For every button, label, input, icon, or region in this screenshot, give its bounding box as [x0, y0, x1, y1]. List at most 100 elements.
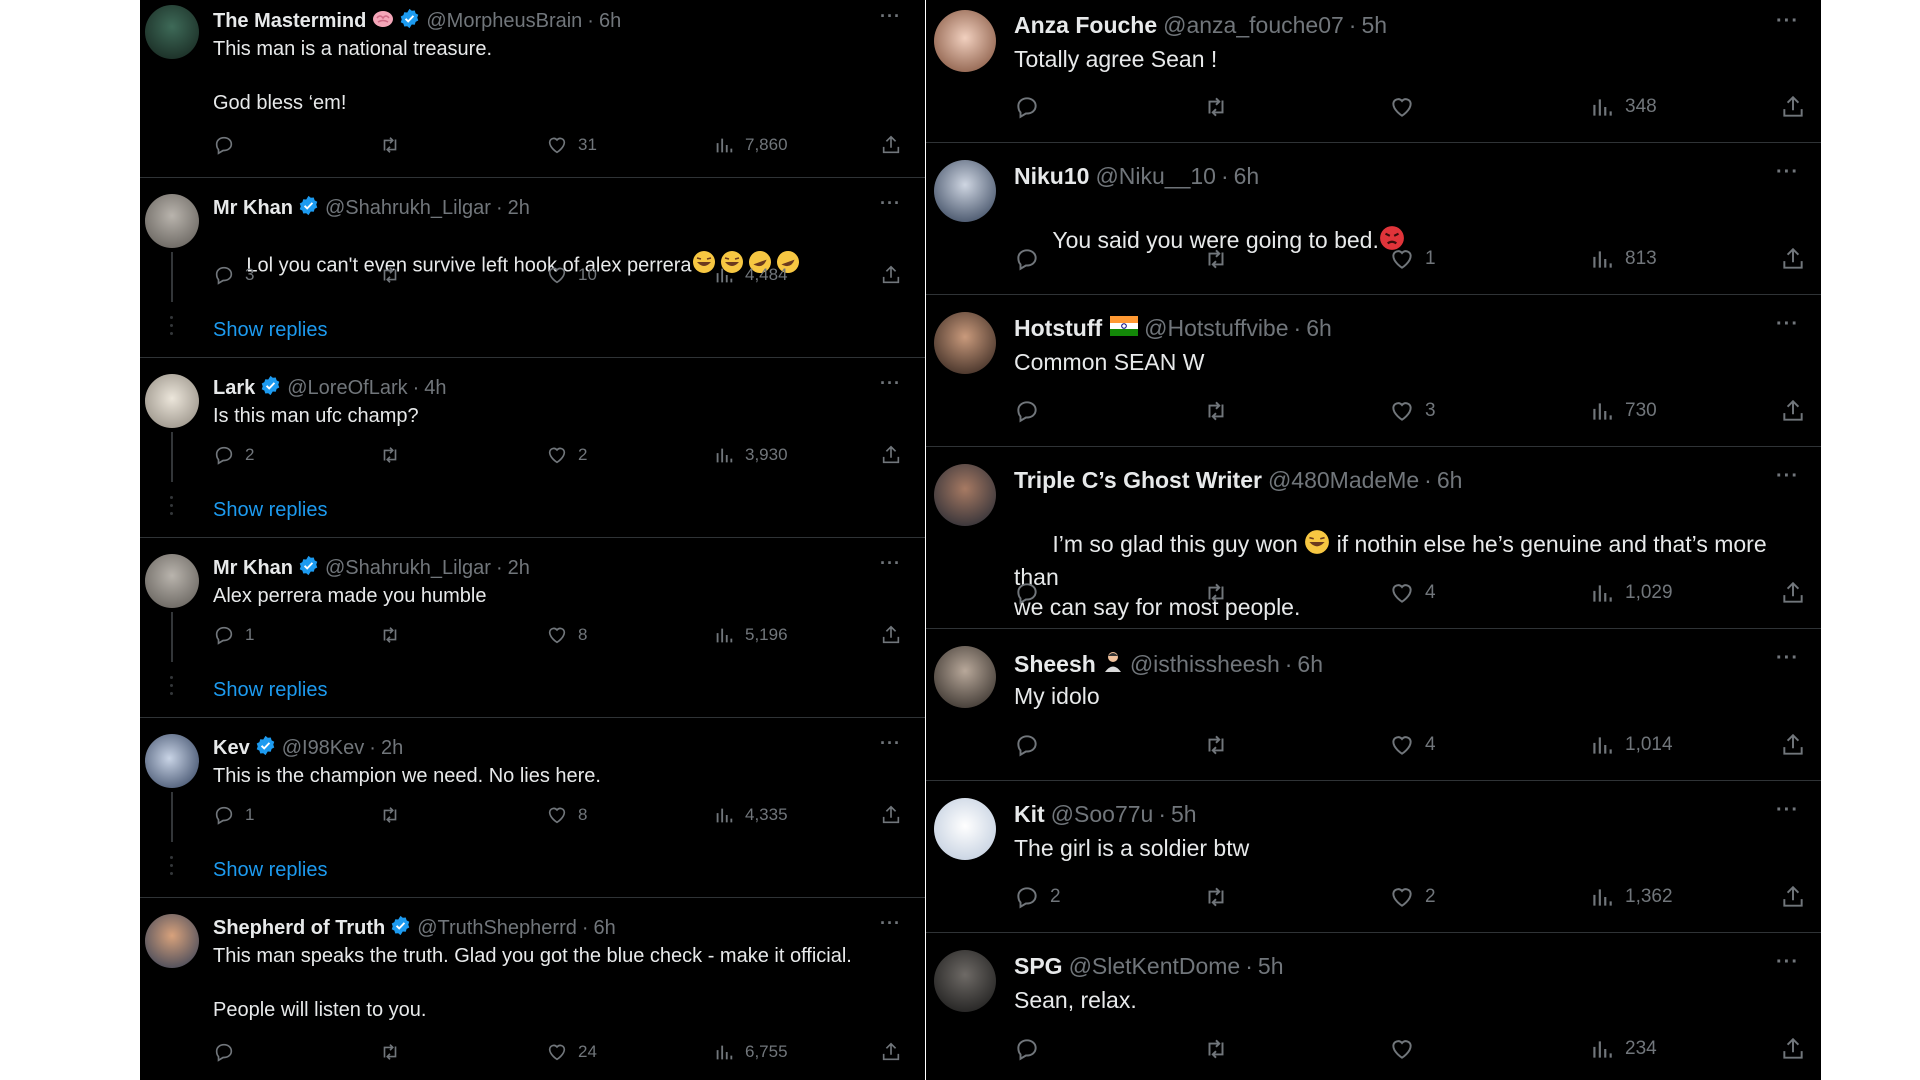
- author-name[interactable]: Niku10: [1014, 163, 1089, 190]
- timestamp[interactable]: 6h: [1297, 651, 1323, 678]
- share-button[interactable]: [880, 134, 902, 156]
- author-name[interactable]: Sheesh: [1014, 651, 1096, 678]
- share-button[interactable]: [880, 1041, 902, 1063]
- avatar[interactable]: [145, 734, 199, 788]
- share-button[interactable]: [1780, 246, 1806, 272]
- avatar[interactable]: [145, 374, 199, 428]
- author-handle[interactable]: @MorpheusBrain: [426, 10, 582, 33]
- timestamp[interactable]: 6h: [594, 917, 616, 940]
- repost-button[interactable]: [378, 1041, 412, 1063]
- repost-button[interactable]: [1202, 94, 1240, 120]
- timestamp[interactable]: 6h: [1437, 467, 1463, 494]
- show-replies-link[interactable]: Show replies: [213, 859, 328, 882]
- like-button[interactable]: 8: [546, 624, 587, 646]
- author-handle[interactable]: @I98Kev: [282, 737, 365, 760]
- avatar[interactable]: [145, 914, 199, 968]
- repost-button[interactable]: [1202, 246, 1240, 272]
- reply-button[interactable]: 1: [213, 804, 254, 826]
- avatar[interactable]: [934, 160, 996, 222]
- share-button[interactable]: [1780, 94, 1806, 120]
- author-name[interactable]: Hotstuff: [1014, 315, 1102, 342]
- timestamp[interactable]: 5h: [1361, 12, 1387, 39]
- share-button[interactable]: [1780, 580, 1806, 606]
- author-name[interactable]: Triple C’s Ghost Writer: [1014, 467, 1262, 494]
- author-handle[interactable]: @anza_fouche07: [1163, 12, 1344, 39]
- views-button[interactable]: 1,014: [1589, 732, 1673, 758]
- avatar[interactable]: [145, 194, 199, 248]
- timestamp[interactable]: 6h: [599, 10, 621, 33]
- like-button[interactable]: 10: [546, 264, 597, 286]
- more-options-icon[interactable]: ···: [880, 733, 901, 754]
- avatar[interactable]: [145, 5, 199, 59]
- reply-button[interactable]: 2: [213, 444, 254, 466]
- author-handle[interactable]: @Soo77u: [1051, 801, 1154, 828]
- reply-tweet[interactable]: Sheesh @isthissheesh · 6h ··· My idolo 4…: [926, 629, 1821, 781]
- like-button[interactable]: 4: [1389, 580, 1436, 606]
- like-button[interactable]: [1389, 1036, 1425, 1062]
- reply-tweet[interactable]: Mr Khan @Shahrukh_Lilgar · 2h ··· Alex p…: [140, 538, 925, 718]
- avatar[interactable]: [934, 464, 996, 526]
- more-options-icon[interactable]: ···: [880, 6, 901, 27]
- author-handle[interactable]: @isthissheesh: [1130, 651, 1280, 678]
- views-button[interactable]: 4,335: [713, 804, 788, 826]
- reply-button[interactable]: [1014, 246, 1050, 272]
- repost-button[interactable]: [378, 264, 412, 286]
- reply-tweet[interactable]: SPG @SletKentDome · 5h ··· Sean, relax. …: [926, 933, 1821, 1080]
- timestamp[interactable]: 4h: [424, 377, 446, 400]
- reply-tweet[interactable]: Kit @Soo77u · 5h ··· The girl is a soldi…: [926, 781, 1821, 933]
- reply-tweet[interactable]: Triple C’s Ghost Writer @480MadeMe · 6h …: [926, 447, 1821, 629]
- show-replies-link[interactable]: Show replies: [213, 319, 328, 342]
- more-options-icon[interactable]: ···: [1776, 465, 1799, 488]
- author-name[interactable]: Lark: [213, 377, 255, 400]
- author-handle[interactable]: @Niku__10: [1095, 163, 1216, 190]
- repost-button[interactable]: [378, 444, 412, 466]
- share-button[interactable]: [880, 444, 902, 466]
- timestamp[interactable]: 2h: [508, 197, 530, 220]
- reply-button[interactable]: [1014, 398, 1050, 424]
- timestamp[interactable]: 6h: [1306, 315, 1332, 342]
- reply-button[interactable]: 2: [1014, 884, 1061, 910]
- author-handle[interactable]: @SletKentDome: [1069, 953, 1241, 980]
- more-options-icon[interactable]: ···: [1776, 799, 1799, 822]
- author-name[interactable]: Kev: [213, 737, 250, 760]
- more-options-icon[interactable]: ···: [880, 373, 901, 394]
- reply-button[interactable]: [1014, 732, 1050, 758]
- reply-button[interactable]: [213, 134, 245, 156]
- avatar[interactable]: [934, 646, 996, 708]
- more-options-icon[interactable]: ···: [880, 913, 901, 934]
- author-name[interactable]: Shepherd of Truth: [213, 917, 385, 940]
- repost-button[interactable]: [378, 804, 412, 826]
- views-button[interactable]: 348: [1589, 94, 1657, 120]
- reply-button[interactable]: [213, 1041, 245, 1063]
- views-button[interactable]: 730: [1589, 398, 1657, 424]
- author-handle[interactable]: @LoreOfLark: [287, 377, 407, 400]
- reply-tweet[interactable]: Kev @I98Kev · 2h ··· This is the champio…: [140, 718, 925, 898]
- show-replies-link[interactable]: Show replies: [213, 679, 328, 702]
- share-button[interactable]: [1780, 1036, 1806, 1062]
- views-button[interactable]: 5,196: [713, 624, 788, 646]
- repost-button[interactable]: [378, 624, 412, 646]
- like-button[interactable]: 24: [546, 1041, 597, 1063]
- like-button[interactable]: 1: [1389, 246, 1436, 272]
- author-name[interactable]: Mr Khan: [213, 197, 293, 220]
- repost-button[interactable]: [1202, 884, 1240, 910]
- share-button[interactable]: [1780, 732, 1806, 758]
- more-options-icon[interactable]: ···: [1776, 161, 1799, 184]
- reply-tweet[interactable]: Shepherd of Truth @TruthShepherrd · 6h ·…: [140, 898, 925, 1080]
- avatar[interactable]: [934, 312, 996, 374]
- timestamp[interactable]: 5h: [1258, 953, 1284, 980]
- author-name[interactable]: Kit: [1014, 801, 1045, 828]
- reply-tweet[interactable]: Niku10 @Niku__10 · 6h ··· You said you w…: [926, 143, 1821, 295]
- more-options-icon[interactable]: ···: [1776, 951, 1799, 974]
- like-button[interactable]: 3: [1389, 398, 1436, 424]
- more-options-icon[interactable]: ···: [880, 553, 901, 574]
- repost-button[interactable]: [1202, 732, 1240, 758]
- reply-tweet[interactable]: Mr Khan @Shahrukh_Lilgar · 2h ··· Lol yo…: [140, 178, 925, 358]
- more-options-icon[interactable]: ···: [1776, 647, 1799, 670]
- like-button[interactable]: 8: [546, 804, 587, 826]
- timestamp[interactable]: 6h: [1234, 163, 1260, 190]
- avatar[interactable]: [934, 10, 996, 72]
- repost-button[interactable]: [1202, 398, 1240, 424]
- author-name[interactable]: SPG: [1014, 953, 1063, 980]
- reply-button[interactable]: [1014, 94, 1050, 120]
